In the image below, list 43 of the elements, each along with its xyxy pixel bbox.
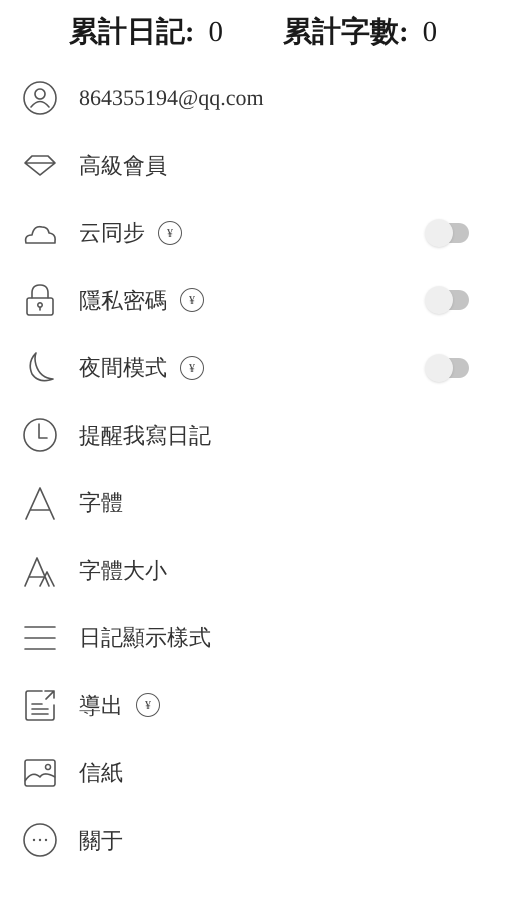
item-label: 夜間模式	[79, 354, 167, 382]
menu-item[interactable]: 日記顯示樣式	[0, 604, 506, 672]
menu-item[interactable]: 提醒我寫日記	[0, 402, 506, 469]
yuan-badge: ¥	[136, 693, 160, 718]
menu-item[interactable]: 864355194@qq.com	[0, 64, 506, 132]
more-icon	[22, 822, 58, 858]
menu-item[interactable]: 高級會員	[0, 132, 506, 199]
item-label: 提醒我寫日記	[79, 422, 211, 450]
item-label: 字體大小	[79, 556, 167, 585]
menu-item[interactable]: 字體	[0, 469, 506, 536]
toggle-switch[interactable]	[424, 218, 470, 248]
toggle-switch[interactable]	[424, 285, 470, 316]
stat-value: 0	[208, 15, 223, 50]
person-icon	[22, 80, 58, 116]
item-label: 信紙	[79, 759, 123, 788]
item-label: 導出	[79, 692, 123, 720]
menu-item[interactable]: 導出 ¥	[0, 672, 506, 739]
menu-item[interactable]: 夜間模式 ¥	[0, 334, 506, 402]
stat-label: 累計日記:	[68, 15, 194, 50]
yuan-badge: ¥	[158, 220, 182, 245]
stat-label: 累計字數:	[283, 14, 409, 50]
menu-item[interactable]: 關于	[0, 806, 506, 874]
stat-value: 0	[422, 15, 438, 50]
export-icon	[22, 687, 58, 724]
item-label: 864355194@qq.com	[79, 84, 264, 112]
item-label: 云同步	[79, 219, 145, 248]
letter-a-icon	[22, 484, 58, 521]
yuan-badge: ¥	[180, 288, 204, 312]
item-label: 字體	[79, 489, 123, 518]
menu-item[interactable]: 云同步 ¥	[0, 199, 506, 266]
item-label: 關于	[79, 826, 123, 855]
item-label: 高級會員	[79, 152, 167, 180]
menu-item[interactable]: 信紙	[0, 739, 506, 806]
toggle-thumb[interactable]	[425, 218, 453, 247]
menu-item[interactable]: 隱私密碼 ¥	[0, 266, 506, 334]
toggle-thumb[interactable]	[425, 354, 453, 382]
clock-icon	[22, 417, 58, 454]
toggle-thumb[interactable]	[425, 286, 453, 314]
toggle-switch[interactable]	[424, 352, 470, 383]
menu-item[interactable]: 字體大小	[0, 536, 506, 604]
yuan-badge: ¥	[180, 356, 204, 380]
item-label: 日記顯示樣式	[79, 624, 211, 652]
item-label: 隱私密碼	[79, 286, 167, 315]
